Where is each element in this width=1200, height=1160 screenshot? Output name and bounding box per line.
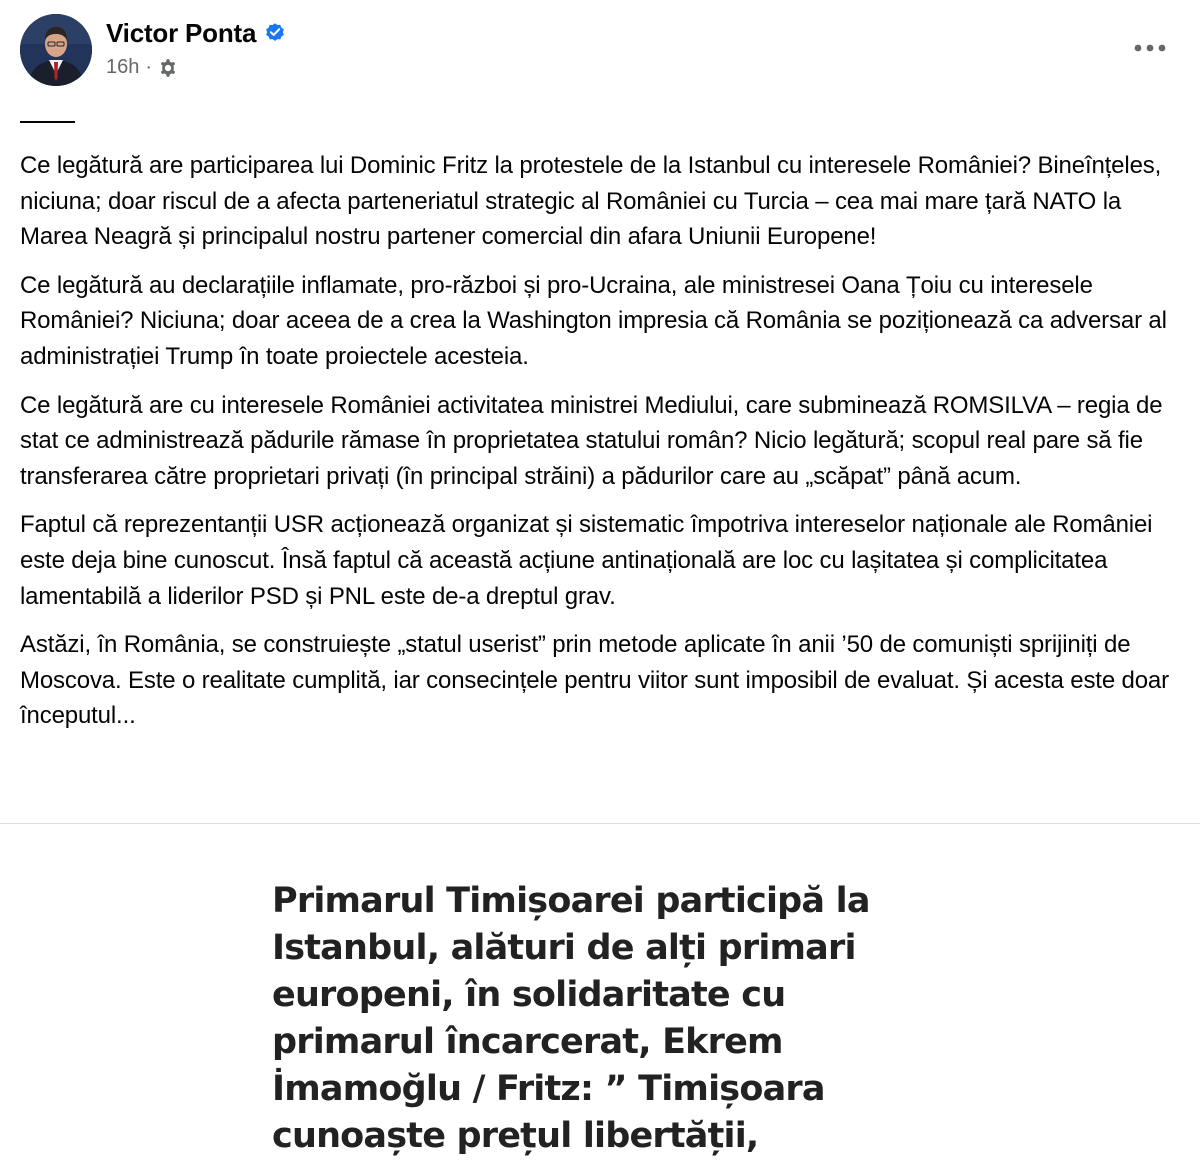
post-paragraph: Ce legătură au declarațiile inflamate, p… bbox=[20, 271, 1167, 370]
more-options-button[interactable] bbox=[1130, 32, 1170, 64]
verified-badge-icon bbox=[266, 23, 285, 41]
post-meta: 16h · bbox=[106, 56, 178, 79]
image-headline: Primarul Timișoarei participă la Istanbu… bbox=[272, 881, 870, 1156]
author-name-text[interactable]: Victor Ponta bbox=[106, 18, 256, 48]
attached-image[interactable]: Primarul Timișoarei participă la Istanbu… bbox=[0, 824, 1200, 1159]
text-divider bbox=[20, 121, 75, 123]
gear-icon[interactable] bbox=[158, 58, 178, 78]
post-paragraph: Ce legătură are participarea lui Dominic… bbox=[20, 152, 1162, 251]
author-avatar[interactable] bbox=[20, 14, 92, 86]
post-paragraph: Astăzi, în România, se construiește „sta… bbox=[20, 631, 1169, 730]
post-paragraph: Faptul că reprezentanții USR acționează … bbox=[20, 511, 1153, 610]
post-timestamp[interactable]: 16h bbox=[106, 56, 139, 79]
meta-separator: · bbox=[145, 56, 153, 78]
avatar-image bbox=[20, 14, 92, 86]
more-horizontal-icon bbox=[1134, 44, 1166, 52]
author-name[interactable]: Victor Ponta bbox=[106, 18, 286, 49]
post-paragraph: Ce legătură are cu interesele României a… bbox=[20, 391, 1163, 490]
post-header: Victor Ponta 16h · bbox=[20, 14, 1180, 90]
post-text: Ce legătură are participarea lui Dominic… bbox=[20, 148, 1185, 747]
